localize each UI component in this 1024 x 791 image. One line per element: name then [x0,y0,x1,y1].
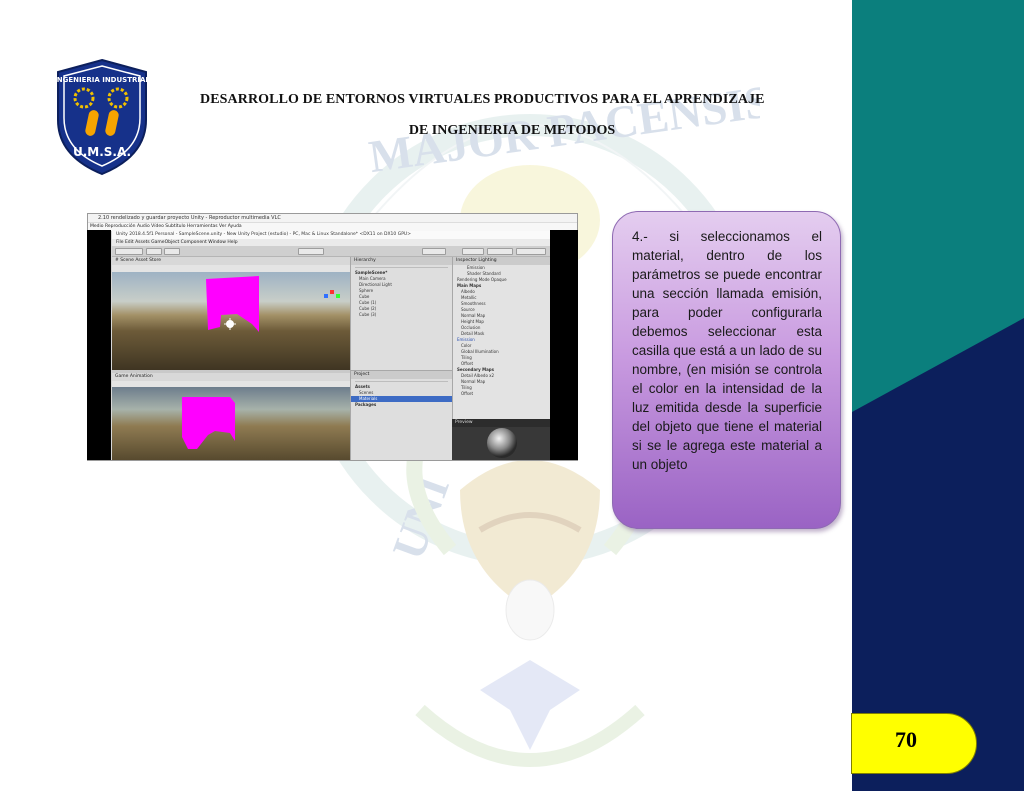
unity-window: Unity 2018.4.5f1 Personal - SampleScene.… [112,231,552,460]
play-controls [298,248,324,255]
hierarchy-item: Cube (3) [359,312,377,317]
center-toggle [146,248,162,255]
page-number: 70 [895,727,917,752]
scene-viewport [112,272,350,370]
local-toggle [164,248,180,255]
game-viewport [112,387,350,460]
vlc-title-text: 2.10 rendelizado y guardar proyecto Unit… [98,215,281,221]
project-panel: Project Assets Scenes Materials Packages [350,370,452,460]
unity-screenshot: 2.10 rendelizado y guardar proyecto Unit… [87,213,578,461]
preview-tab: Preview [452,419,552,427]
layers-dropdown [487,248,513,255]
account-dropdown [462,248,484,255]
page-title-line2: DE INGENIERIA DE METODOS [408,123,616,138]
video-letterbox-left [87,230,111,460]
preview-panel: Preview [452,419,552,460]
layout-dropdown [516,248,546,255]
hierarchy-tab: Hierarchy [351,257,452,265]
logo-institution: U.M.S.A. [73,145,131,159]
logo-arc-text: INGENIERIA INDUSTRIAL [54,76,150,84]
unity-title: Unity 2018.4.5f1 Personal - SampleScene.… [112,231,552,239]
scene-objects [206,276,340,332]
material-preview-sphere [487,428,517,458]
vlc-menu-text: Medio Reproducción Audio Vídeo Subtítulo… [90,224,242,229]
video-letterbox-right [550,230,578,460]
inspector-tab: Inspector Lighting [453,257,552,265]
collab-button [422,248,446,255]
hierarchy-panel: Hierarchy SampleScene* Main Camera Direc… [350,257,452,370]
unity-menu: File Edit Assets GameObject Component Wi… [112,239,552,246]
game-tab: Game Animation [112,373,350,381]
game-objects [182,397,235,449]
page-title-line1: DESARROLLO DE ENTORNOS VIRTUALES PRODUCT… [200,92,765,107]
vlc-titlebar: 2.10 rendelizado y guardar proyecto Unit… [88,214,577,223]
unity-toolbar [112,246,552,257]
project-item: Packages [355,402,377,407]
inspector-item: Offset [461,391,474,396]
game-view: Game Animation [112,373,350,460]
callout-text: 4.- si seleccionamos el material, dentro… [632,229,822,472]
transform-tools [115,248,143,255]
scene-view: # Scene Asset Store [112,257,350,370]
umsa-logo: INGENIERIA INDUSTRIAL U.M.S.A. [54,58,150,176]
inspector-panel: Inspector Lighting Emission Shader Stand… [452,257,552,419]
vlc-menubar: Medio Reproducción Audio Vídeo Subtítulo… [88,223,577,231]
scene-tab: # Scene Asset Store [112,257,350,265]
scene-toolbar [112,265,350,272]
side-band-navy [852,318,1024,791]
project-tab: Project [351,371,452,379]
